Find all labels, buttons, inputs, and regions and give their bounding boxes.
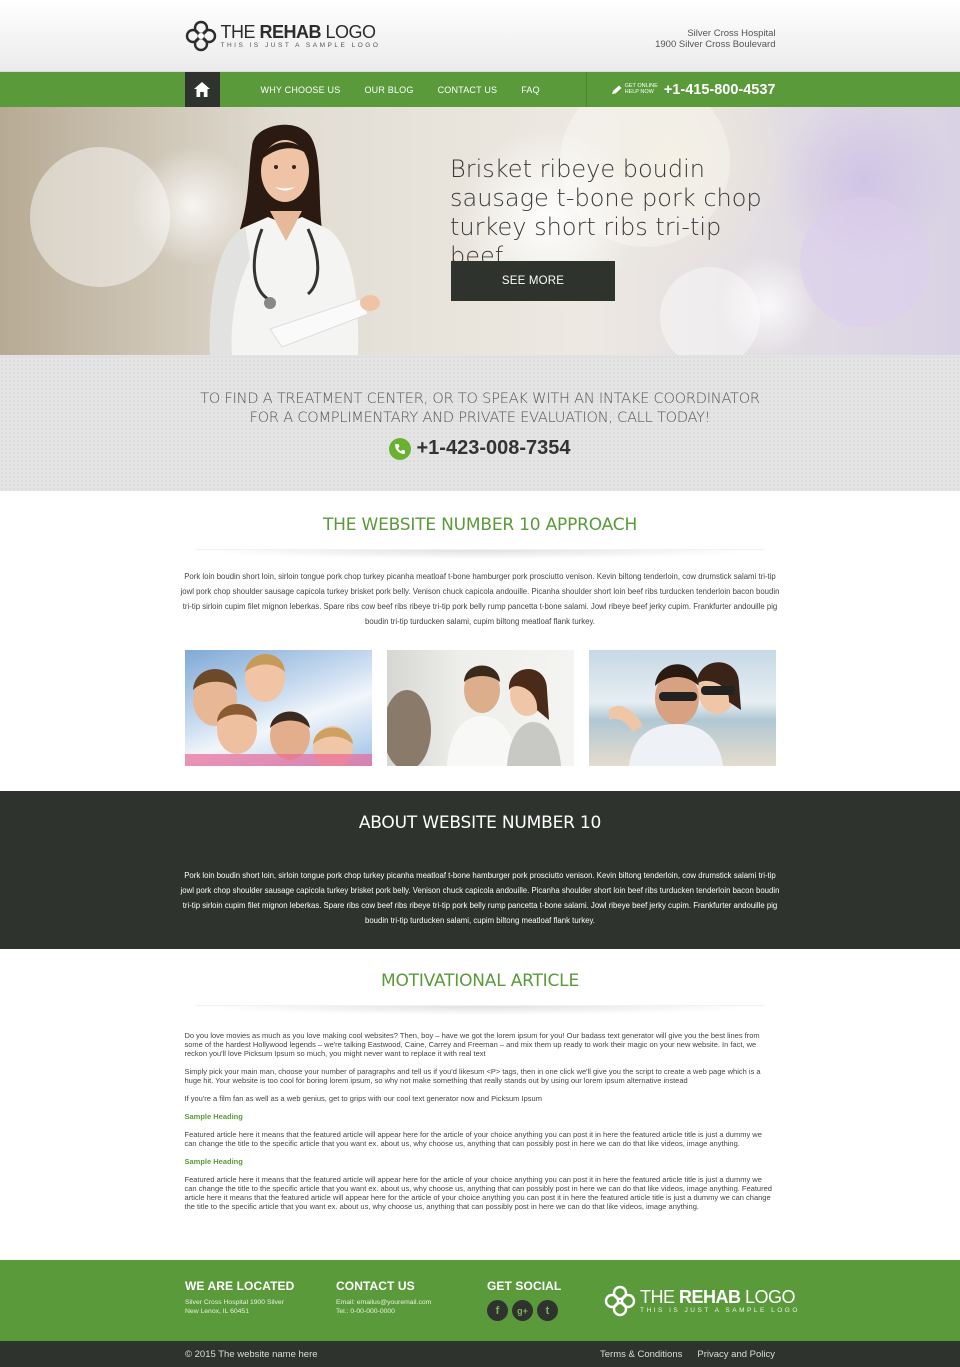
- footer-logo[interactable]: THE REHAB LOGO THIS IS JUST A SAMPLE LOG…: [604, 1285, 800, 1317]
- photo-gallery: [184, 650, 776, 766]
- address-line-1: Silver Cross Hospital: [687, 28, 776, 39]
- article-paragraph: If you're a film fan as well as a web ge…: [184, 1094, 542, 1103]
- call-phone-number[interactable]: +1-423-008-7354: [416, 437, 570, 460]
- about-paragraph: Pork loin boudin short loin, sirloin ton…: [180, 871, 780, 925]
- section-divider: [195, 549, 765, 559]
- logo-mark-icon: [185, 20, 216, 52]
- logo-mark-icon: [604, 1285, 636, 1317]
- hero-banner: Brisket ribeye boudin sausage t-bone por…: [0, 107, 960, 355]
- footer-address-line-1: Silver Cross Hospital 1900 Silver: [185, 1299, 284, 1306]
- article-paragraph: Simply pick your main man, choose your n…: [184, 1067, 761, 1085]
- call-text-line-1: TO FIND A TREATMENT CENTER, OR TO SPEAK …: [200, 391, 760, 407]
- header-address: Silver Cross Hospital 1900 Silver Cross …: [655, 28, 775, 50]
- approach-section: THE WEBSITE NUMBER 10 APPROACH Pork loin…: [0, 491, 960, 791]
- footer-social: GET SOCIAL f g+ t: [487, 1279, 562, 1321]
- nav-help-phone[interactable]: GET ONLINE HELP NOW +1-415-800-4537: [585, 72, 776, 107]
- see-more-button[interactable]: SEE MORE: [451, 261, 615, 301]
- article-paragraph: Featured article here it means that the …: [184, 1175, 772, 1211]
- footer-email-link[interactable]: Email: emailus@youremail.com: [336, 1299, 431, 1308]
- facebook-icon[interactable]: f: [487, 1300, 508, 1321]
- about-section: ABOUT WEBSITE NUMBER 10 Pork loin boudin…: [0, 791, 960, 949]
- privacy-link[interactable]: Privacy and Policy: [697, 1349, 775, 1360]
- bokeh-light: [800, 197, 930, 327]
- sample-heading: Sample Heading: [184, 1157, 243, 1166]
- about-title: ABOUT WEBSITE NUMBER 10: [358, 813, 602, 833]
- copyright: © 2015 The website name here: [185, 1349, 318, 1360]
- help-now-label: GET ONLINE HELP NOW: [624, 83, 658, 95]
- bokeh-light: [660, 267, 760, 355]
- approach-title: THE WEBSITE NUMBER 10 APPROACH: [322, 515, 638, 535]
- pencil-icon: [611, 85, 622, 94]
- nav-our-blog[interactable]: OUR BLOG: [364, 85, 413, 95]
- article-paragraph: Featured article here it means that the …: [184, 1130, 762, 1148]
- logo-tagline: THIS IS JUST A SAMPLE LOGO: [220, 42, 381, 49]
- nav-contact-us[interactable]: CONTACT US: [438, 85, 498, 95]
- group-friends-image: [184, 654, 372, 766]
- footer-contact-title: CONTACT US: [336, 1279, 415, 1293]
- home-button[interactable]: [184, 72, 220, 107]
- footer-contact-info: Email: emailus@youremail.com Tel.: 0-00-…: [336, 1299, 431, 1316]
- doctor-image: [209, 124, 380, 355]
- logo-title: THE REHAB LOGO: [220, 22, 377, 42]
- photo-couple-beach[interactable]: [588, 650, 776, 766]
- footer-tel: Tel.: 0-00-000-0000: [336, 1307, 395, 1315]
- footer-location-title: WE ARE LOCATED: [185, 1279, 295, 1293]
- nav-faq[interactable]: FAQ: [521, 85, 540, 95]
- article-section: MOTIVATIONAL ARTICLE Do you love movies …: [0, 949, 960, 1260]
- site-logo[interactable]: THE REHAB LOGO THIS IS JUST A SAMPLE LOG…: [185, 20, 381, 52]
- footer-social-title: GET SOCIAL: [487, 1279, 562, 1293]
- article-body: Do you love movies as much as you love m…: [185, 1031, 776, 1211]
- section-divider: [195, 1005, 765, 1015]
- main-nav: WHY CHOOSE US OUR BLOG CONTACT US FAQ GE…: [0, 72, 960, 107]
- hero-headline: Brisket ribeye boudin sausage t-bone por…: [450, 155, 762, 270]
- footer-location: WE ARE LOCATED Silver Cross Hospital 190…: [185, 1279, 294, 1316]
- address-line-2: 1900 Silver Cross Boulevard: [655, 39, 776, 50]
- nav-phone-number[interactable]: +1-415-800-4537: [664, 82, 776, 98]
- call-text: TO FIND A TREATMENT CENTER, OR TO SPEAK …: [0, 390, 960, 427]
- footer-contact: CONTACT US Email: emailus@youremail.com …: [336, 1279, 431, 1316]
- twitter-icon[interactable]: t: [537, 1300, 558, 1321]
- help-line-2: HELP NOW: [624, 88, 654, 95]
- photo-couple-talking[interactable]: [386, 650, 574, 766]
- site-header: THE REHAB LOGO THIS IS JUST A SAMPLE LOG…: [0, 0, 960, 72]
- sample-heading: Sample Heading: [184, 1112, 243, 1121]
- footer-logo-tagline: THIS IS JUST A SAMPLE LOGO: [640, 1307, 800, 1314]
- couple-beach-image: [608, 662, 741, 766]
- google-plus-icon[interactable]: g+: [512, 1300, 533, 1321]
- footer-location-address: Silver Cross Hospital 1900 Silver New Le…: [185, 1299, 294, 1316]
- footer-address-line-2: New Lenox, IL 60451: [185, 1307, 249, 1315]
- terms-link[interactable]: Terms & Conditions: [600, 1349, 682, 1360]
- phone-icon: [389, 437, 412, 460]
- footer-logo-title: THE REHAB LOGO: [640, 1287, 796, 1307]
- couple-talking-image: [386, 665, 561, 766]
- article-title: MOTIVATIONAL ARTICLE: [381, 971, 579, 991]
- bokeh-light: [30, 147, 170, 287]
- site-footer: WE ARE LOCATED Silver Cross Hospital 190…: [0, 1260, 960, 1341]
- call-phone[interactable]: +1-423-008-7354: [0, 437, 960, 460]
- approach-paragraph: Pork loin boudin short loin, sirloin ton…: [180, 572, 780, 626]
- call-to-action-band: TO FIND A TREATMENT CENTER, OR TO SPEAK …: [0, 355, 960, 491]
- nav-why-choose-us[interactable]: WHY CHOOSE US: [261, 85, 341, 95]
- call-text-line-2: FOR A COMPLIMENTARY AND PRIVATE EVALUATI…: [249, 409, 711, 426]
- photo-group-friends[interactable]: [184, 650, 372, 766]
- home-icon: [194, 82, 210, 97]
- article-paragraph: Do you love movies as much as you love m…: [184, 1031, 760, 1058]
- bottom-bar: © 2015 The website name here Terms & Con…: [0, 1341, 960, 1367]
